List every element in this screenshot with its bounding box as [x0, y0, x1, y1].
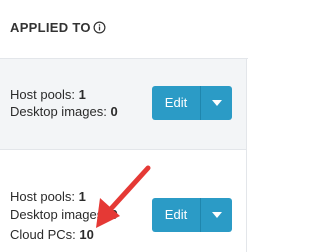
host-pools-label: Host pools:: [10, 189, 79, 204]
caret-down-icon: [212, 212, 222, 218]
host-pools-line: Host pools: 1: [10, 87, 86, 103]
edit-dropdown-toggle[interactable]: [201, 198, 232, 232]
host-pools-count: 1: [78, 87, 86, 102]
assignment-row: Host pools: 1 Desktop images: 0 Cloud PC…: [0, 151, 246, 252]
host-pools-line: Host pools: 1: [10, 189, 86, 205]
desktop-images-count: 0: [110, 104, 118, 119]
desktop-images-label: Desktop images:: [10, 104, 111, 119]
caret-down-icon: [212, 100, 222, 106]
desktop-images-label: Desktop images:: [10, 207, 111, 222]
applied-to-header: APPLIED TO: [0, 0, 248, 59]
host-pools-label: Host pools:: [10, 87, 79, 102]
host-pools-count: 1: [78, 189, 86, 204]
edit-split-button: Edit: [152, 86, 232, 120]
desktop-images-line: Desktop images: 0: [10, 207, 118, 223]
edit-button[interactable]: Edit: [152, 198, 200, 232]
edit-split-button: Edit: [152, 198, 232, 232]
edit-button[interactable]: Edit: [152, 86, 200, 120]
desktop-images-line: Desktop images: 0: [10, 104, 118, 120]
assignment-row: Host pools: 1 Desktop images: 0 Edit: [0, 59, 246, 150]
section-title: APPLIED TO: [10, 20, 91, 35]
edit-dropdown-toggle[interactable]: [201, 86, 232, 120]
cloud-pcs-line: Cloud PCs: 10: [10, 227, 94, 243]
info-circle-icon[interactable]: [93, 21, 106, 34]
cloud-pcs-count: 10: [79, 227, 94, 242]
desktop-images-count: 0: [110, 207, 118, 222]
cloud-pcs-label: Cloud PCs:: [10, 227, 80, 242]
